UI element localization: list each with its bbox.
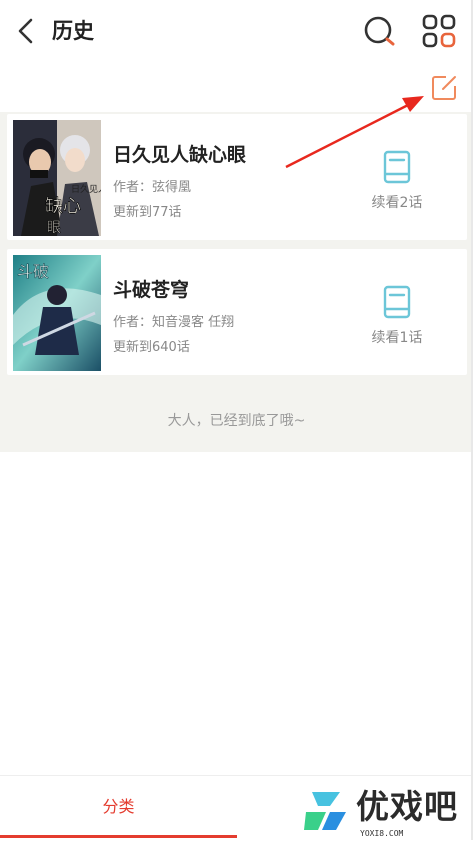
continue-reading-button[interactable]: 续看1话 (362, 285, 432, 355)
comic-cover[interactable]: 日久见人 缺心 眼 (13, 120, 101, 236)
comic-title[interactable]: 斗破苍穹 (113, 275, 189, 302)
comic-author: 作者：知音漫客 任翔 (113, 315, 235, 330)
search-icon[interactable] (362, 13, 398, 49)
svg-text:缺心: 缺心 (45, 196, 81, 217)
history-item[interactable]: 日久见人 缺心 眼 日久见人缺心眼 作者：弦得凰 更新到77话 续看2话 (7, 114, 467, 240)
continue-label: 续看1话 (371, 330, 423, 346)
watermark-logo: 优戏吧 YOXI8.COM (298, 778, 473, 840)
page-title: 历史 (52, 19, 94, 43)
comic-author: 作者：弦得凰 (113, 180, 192, 195)
watermark-url: YOXI8.COM (360, 829, 404, 838)
comic-update: 更新到640话 (113, 340, 190, 355)
watermark-brand: 优戏吧 (356, 787, 458, 826)
book-icon (383, 150, 411, 184)
svg-text:斗破: 斗破 (17, 262, 49, 281)
svg-text:眼: 眼 (47, 220, 61, 236)
end-of-list-text: 大人，已经到底了哦~ (167, 413, 306, 429)
top-bar: 历史 (0, 0, 473, 62)
chevron-left-icon[interactable] (14, 17, 38, 45)
comic-update: 更新到77话 (113, 205, 182, 220)
tab-category-label: 分类 (102, 797, 135, 816)
continue-label: 续看2话 (371, 195, 423, 211)
continue-reading-button[interactable]: 续看2话 (362, 150, 432, 220)
active-tab-indicator (0, 835, 237, 838)
comic-cover[interactable]: 斗破 (13, 255, 101, 371)
comic-title[interactable]: 日久见人缺心眼 (113, 140, 246, 167)
book-icon (383, 285, 411, 319)
tab-category[interactable]: 分类 (0, 776, 237, 838)
logo-icon (304, 792, 346, 830)
svg-text:日久见人: 日久见人 (71, 183, 101, 195)
history-item[interactable]: 斗破 斗破苍穹 作者：知音漫客 任翔 更新到640话 续看1话 (7, 249, 467, 375)
grid-icon[interactable] (421, 13, 457, 49)
edit-icon[interactable] (430, 74, 458, 102)
